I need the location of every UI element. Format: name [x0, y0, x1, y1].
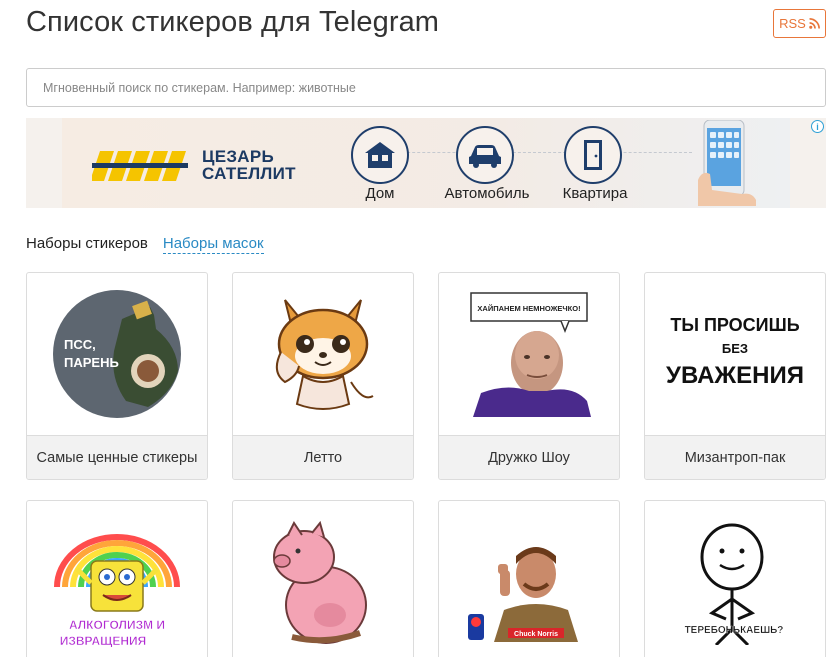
sticker-card[interactable]: Летто: [232, 272, 414, 480]
sticker-preview: АЛКОГОЛИЗМ И ИЗВРАЩЕНИЯ: [27, 501, 207, 657]
sticker-image: ТЫ ПРОСИШЬ БЕЗ УВАЖЕНИЯ: [666, 315, 804, 389]
sticker-text: ХАЙПАНЕМ НЕМНОЖЕЧКО!: [477, 304, 580, 313]
sticker-card[interactable]: ТЫ ПРОСИШЬ БЕЗ УВАЖЕНИЯ Мизантроп-пак: [644, 272, 826, 480]
tab-sticker-sets[interactable]: Наборы стикеров: [26, 235, 148, 254]
search-input[interactable]: [26, 68, 826, 107]
sticker-image: ТЕРЕБОНЬКАЕШЬ?: [684, 523, 784, 645]
sticker-text: ТЕРЕБОНЬКАЕШЬ?: [685, 625, 784, 636]
sticker-preview: ХАЙПАНЕМ НЕМНОЖЕЧКО!: [439, 273, 619, 435]
sticker-text: УВАЖЕНИЯ: [666, 362, 804, 389]
sticker-image: [273, 520, 367, 644]
sticker-card[interactable]: ПСС, ПАРЕНЬ Самые ценные стикеры: [26, 272, 208, 480]
sticker-preview: ТЫ ПРОСИШЬ БЕЗ УВАЖЕНИЯ: [645, 273, 825, 435]
page-title: Список стикеров для Telegram: [26, 6, 440, 38]
ad-item-car: [456, 126, 514, 184]
ad-banner[interactable]: ЦЕЗАРЬ САТЕЛЛИТ Дом Автомобиль Квартира …: [26, 118, 826, 208]
sticker-text: БЕЗ: [722, 341, 748, 356]
car-icon: [469, 145, 501, 168]
sticker-card[interactable]: ТЕРЕБОНЬКАЕШЬ?: [644, 500, 826, 657]
sticker-tabs: Наборы стикеров Наборы масок: [26, 235, 264, 254]
sticker-preview: ПСС, ПАРЕНЬ: [27, 273, 207, 435]
rss-icon: [809, 18, 820, 29]
sticker-text: ТЫ ПРОСИШЬ: [670, 315, 799, 335]
sticker-preview: [233, 501, 413, 657]
door-icon: [584, 140, 602, 170]
sticker-text: ПАРЕНЬ: [64, 355, 119, 370]
sticker-image: АЛКОГОЛИЗМ И ИЗВРАЩЕНИЯ: [54, 534, 180, 647]
sticker-text: АЛКОГОЛИЗМ И: [69, 618, 165, 632]
ad-item-label: Дом: [365, 185, 395, 202]
sticker-preview: [233, 273, 413, 435]
rss-button[interactable]: RSS: [773, 9, 826, 38]
sticker-card[interactable]: Chuck Norris: [438, 500, 620, 657]
sticker-set-name: Мизантроп-пак: [645, 435, 825, 479]
sticker-image: ПСС, ПАРЕНЬ: [53, 290, 181, 418]
sticker-text: Chuck Norris: [514, 631, 558, 638]
ad-item-label: Квартира: [562, 185, 628, 202]
sticker-set-name: Дружко Шоу: [439, 435, 619, 479]
ad-item-label: Автомобиль: [444, 185, 530, 202]
sticker-text: ИЗВРАЩЕНИЯ: [60, 634, 147, 647]
house-icon: [365, 142, 395, 168]
ad-item-house: [351, 126, 409, 184]
ad-divider: [382, 152, 692, 153]
ad-brand-line2: САТЕЛЛИТ: [202, 164, 296, 183]
ad-info-icon[interactable]: i: [811, 120, 824, 133]
sticker-set-name: Самые ценные стикеры: [27, 435, 207, 479]
sticker-card[interactable]: [232, 500, 414, 657]
sticker-image: [275, 299, 374, 410]
ad-creative[interactable]: ЦЕЗАРЬ САТЕЛЛИТ Дом Автомобиль Квартира: [62, 118, 790, 208]
ad-brand: ЦЕЗАРЬ САТЕЛЛИТ: [202, 148, 296, 182]
brand-stripes-logo: [92, 151, 188, 181]
tab-mask-sets[interactable]: Наборы масок: [162, 235, 264, 254]
sticker-image: ХАЙПАНЕМ НЕМНОЖЕЧКО!: [470, 292, 591, 417]
ad-item-door: [564, 126, 622, 184]
sticker-card[interactable]: АЛКОГОЛИЗМ И ИЗВРАЩЕНИЯ: [26, 500, 208, 657]
sticker-preview: ТЕРЕБОНЬКАЕШЬ?: [645, 501, 825, 657]
sticker-preview: Chuck Norris: [439, 501, 619, 657]
sticker-image: Chuck Norris: [468, 547, 578, 642]
phone-image: [698, 120, 756, 206]
sticker-card[interactable]: ХАЙПАНЕМ НЕМНОЖЕЧКО! Дружко Шоу: [438, 272, 620, 480]
sticker-set-name: Летто: [233, 435, 413, 479]
sticker-text: ПСС,: [64, 337, 96, 352]
rss-label: RSS: [779, 16, 806, 31]
ad-brand-line1: ЦЕЗАРЬ: [202, 147, 275, 166]
